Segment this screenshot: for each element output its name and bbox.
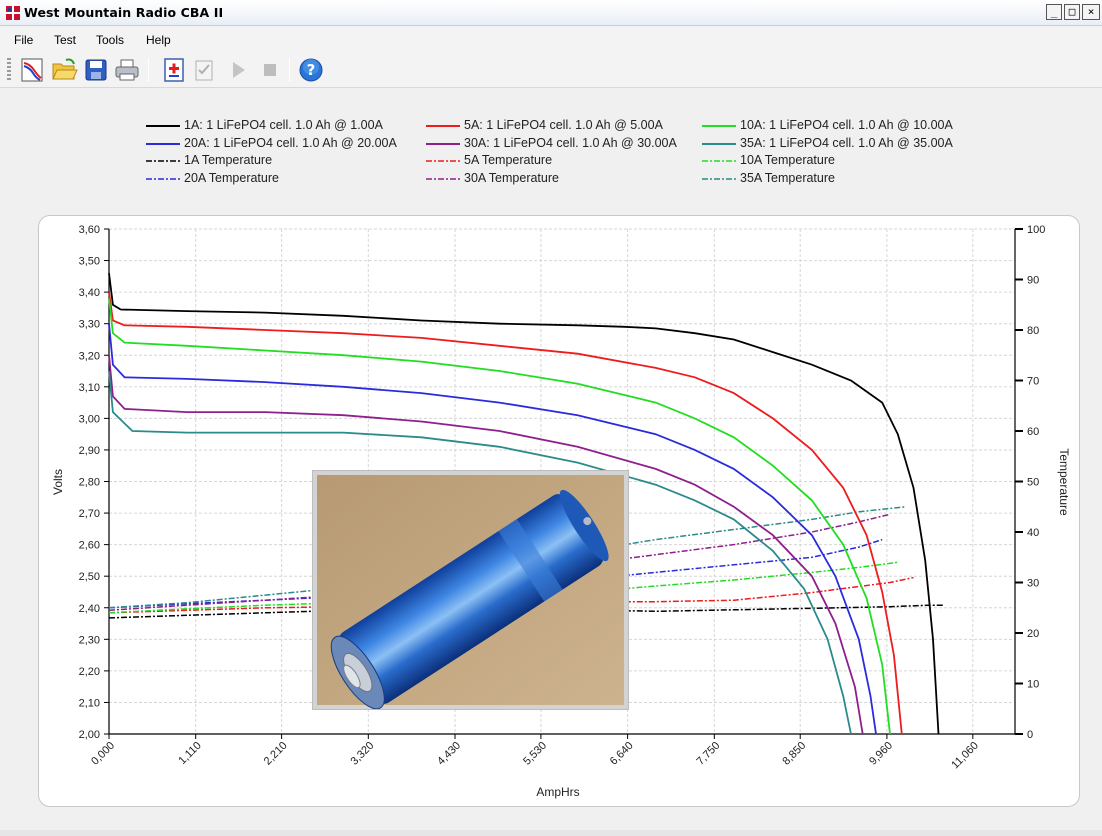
legend-label: 35A: 1 LiFePO4 cell. 1.0 Ah @ 35.00A	[740, 136, 953, 150]
legend-swatch	[702, 143, 736, 145]
chart-legend: 1A: 1 LiFePO4 cell. 1.0 Ah @ 1.00A 5A: 1…	[0, 0, 1102, 185]
legend-label: 1A: 1 LiFePO4 cell. 1.0 Ah @ 1.00A	[184, 118, 383, 132]
legend-label: 30A Temperature	[464, 171, 559, 185]
status-bar	[0, 830, 1102, 836]
legend-swatch	[146, 143, 180, 145]
legend-label: 35A Temperature	[740, 171, 835, 185]
legend-label: 20A: 1 LiFePO4 cell. 1.0 Ah @ 20.00A	[184, 136, 397, 150]
legend-label: 10A: 1 LiFePO4 cell. 1.0 Ah @ 10.00A	[740, 118, 953, 132]
legend-label: 5A: 1 LiFePO4 cell. 1.0 Ah @ 5.00A	[464, 118, 663, 132]
legend-swatch	[702, 178, 736, 180]
legend-swatch	[146, 125, 180, 127]
legend-label: 20A Temperature	[184, 171, 279, 185]
legend-label: 5A Temperature	[464, 153, 553, 167]
battery-cell-image	[317, 475, 624, 710]
legend-swatch	[702, 125, 736, 127]
legend-swatch	[426, 178, 460, 180]
legend-swatch	[702, 160, 736, 162]
legend-swatch	[426, 143, 460, 145]
legend-swatch	[426, 125, 460, 127]
legend-swatch	[146, 160, 180, 162]
legend-swatch	[426, 160, 460, 162]
legend-label: 10A Temperature	[740, 153, 835, 167]
legend-label: 1A Temperature	[184, 153, 273, 167]
legend-label: 30A: 1 LiFePO4 cell. 1.0 Ah @ 30.00A	[464, 136, 677, 150]
app-window: West Mountain Radio CBA II _ □ × File Te…	[0, 0, 1102, 836]
battery-cell-photo	[312, 470, 629, 710]
legend-swatch	[146, 178, 180, 180]
